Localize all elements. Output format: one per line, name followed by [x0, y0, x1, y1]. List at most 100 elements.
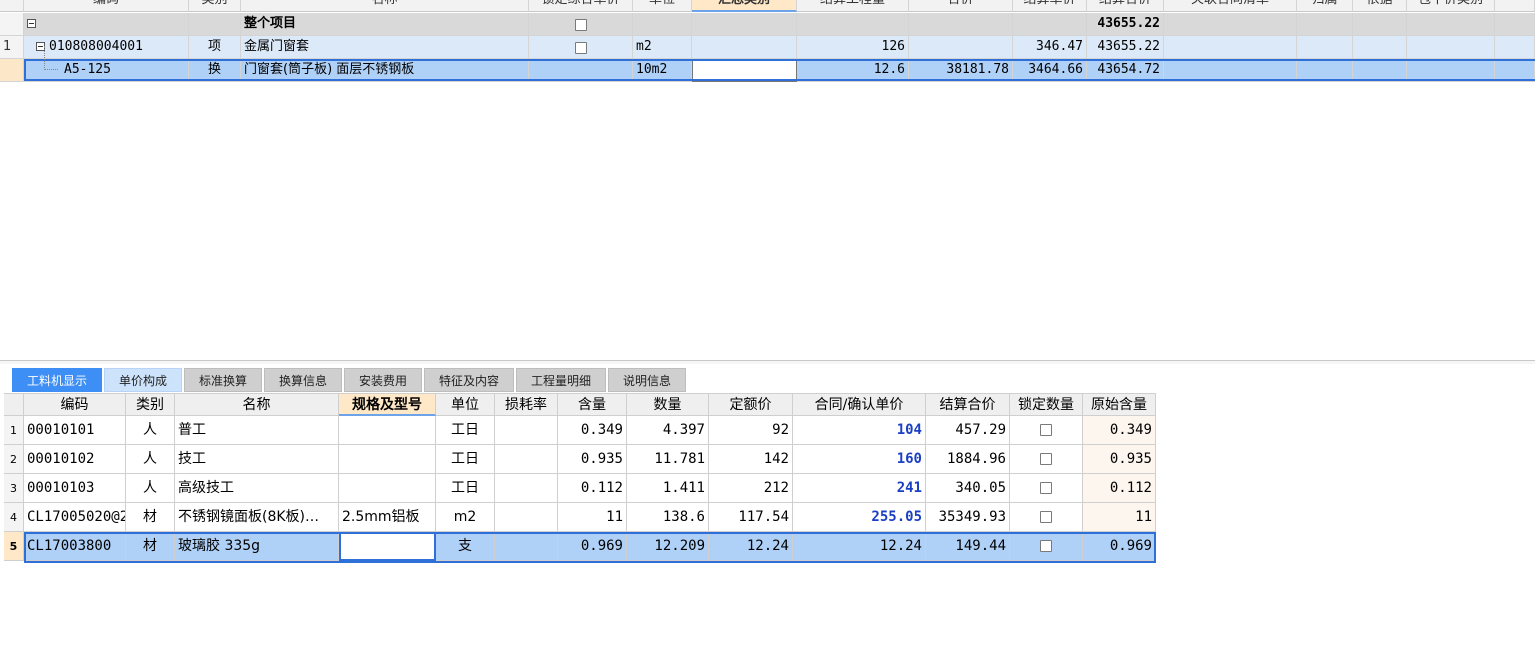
col-header-basis[interactable]: 依据: [1353, 0, 1407, 12]
cell-unit[interactable]: 工日: [436, 474, 495, 503]
cell-content[interactable]: 0.112: [558, 474, 627, 503]
cell-type[interactable]: 人: [126, 445, 175, 474]
panel-splitter[interactable]: [0, 360, 1535, 364]
cell-name[interactable]: 不锈钢镜面板(8K板)…: [175, 503, 339, 532]
col-header-type[interactable]: 类别: [126, 393, 175, 416]
col-header-code[interactable]: 编码: [24, 0, 189, 12]
cell-content[interactable]: 0.935: [558, 445, 627, 474]
cell-contract[interactable]: [1164, 59, 1297, 82]
col-header-lock-price[interactable]: 锁定综合单价: [529, 0, 633, 12]
col-header-quantity[interactable]: 数量: [627, 393, 709, 416]
cell-qty[interactable]: 126: [797, 36, 909, 59]
cell-type[interactable]: 人: [126, 416, 175, 445]
cell-basis[interactable]: [1353, 59, 1407, 82]
col-header-loss-rate[interactable]: 损耗率: [495, 393, 558, 416]
cell-price[interactable]: 3464.66: [1013, 59, 1087, 82]
tab-install-fee[interactable]: 安装费用: [344, 368, 422, 392]
col-header-code[interactable]: 编码: [24, 393, 126, 416]
lock-qty-checkbox[interactable]: [1040, 482, 1052, 494]
col-header-lump-type[interactable]: 包干价类别: [1407, 0, 1495, 12]
lock-qty-cell[interactable]: [1010, 445, 1083, 474]
cell-qty[interactable]: 12.6: [797, 59, 909, 82]
cell-price[interactable]: 104: [793, 416, 926, 445]
cell-summary[interactable]: [692, 36, 797, 59]
cell-type[interactable]: 人: [126, 474, 175, 503]
col-header-lock-qty[interactable]: 锁定数量: [1010, 393, 1083, 416]
tab-standard-conversion[interactable]: 标准换算: [184, 368, 262, 392]
cell-name[interactable]: 高级技工: [175, 474, 339, 503]
cell-code[interactable]: 00010103: [24, 474, 126, 503]
cell-code[interactable]: CL17003800: [24, 532, 126, 561]
lock-qty-checkbox[interactable]: [1040, 424, 1052, 436]
cell-belong[interactable]: [1297, 59, 1353, 82]
cell-content[interactable]: 11: [558, 503, 627, 532]
cell-name[interactable]: 门窗套(筒子板) 面层不锈钢板: [241, 59, 529, 82]
col-header-unit[interactable]: 单位: [633, 0, 692, 12]
cell-basis[interactable]: [1353, 36, 1407, 59]
lock-qty-checkbox[interactable]: [1040, 453, 1052, 465]
cell-qty[interactable]: 1.411: [627, 474, 709, 503]
cell-contract[interactable]: [1164, 36, 1297, 59]
col-header-belong[interactable]: 归属: [1297, 0, 1353, 12]
cell-name[interactable]: 玻璃胶 335g: [175, 532, 339, 561]
cell-price[interactable]: 241: [793, 474, 926, 503]
cell-spec[interactable]: [339, 474, 436, 503]
tree-cell[interactable]: [24, 13, 189, 36]
cell-unit[interactable]: 10m2: [633, 59, 692, 82]
cell-lump[interactable]: [1407, 36, 1495, 59]
cell-type[interactable]: 材: [126, 532, 175, 561]
col-header-type[interactable]: 类别: [189, 0, 241, 12]
cell-price[interactable]: 346.47: [1013, 36, 1087, 59]
lock-qty-cell[interactable]: [1010, 416, 1083, 445]
tab-conversion-info[interactable]: 换算信息: [264, 368, 342, 392]
cell-belong[interactable]: [1297, 36, 1353, 59]
cell-loss[interactable]: [495, 445, 558, 474]
lock-qty-checkbox[interactable]: [1040, 511, 1052, 523]
cell-content[interactable]: 0.349: [558, 416, 627, 445]
col-header-spec[interactable]: 规格及型号: [339, 393, 436, 416]
cell-content[interactable]: 0.969: [558, 532, 627, 561]
lock-qty-cell[interactable]: [1010, 503, 1083, 532]
cell-loss[interactable]: [495, 416, 558, 445]
cell-type[interactable]: 材: [126, 503, 175, 532]
cell-loss[interactable]: [495, 474, 558, 503]
lock-qty-cell[interactable]: [1010, 532, 1083, 561]
cell-lump[interactable]: [1407, 59, 1495, 82]
cell-name[interactable]: 普工: [175, 416, 339, 445]
collapse-icon[interactable]: [27, 19, 36, 28]
cell-spec[interactable]: [339, 445, 436, 474]
spec-input[interactable]: [339, 532, 436, 561]
cell-type[interactable]: [189, 13, 241, 36]
cell-qty[interactable]: 138.6: [627, 503, 709, 532]
col-header-settle-total[interactable]: 结算合价: [1087, 0, 1164, 12]
cell-loss[interactable]: [495, 532, 558, 561]
cell-spec[interactable]: 2.5mm铝板: [339, 503, 436, 532]
col-header-unit[interactable]: 单位: [436, 393, 495, 416]
tab-quantity-detail[interactable]: 工程量明细: [516, 368, 606, 392]
summary-type-input[interactable]: [692, 59, 797, 82]
cell-price[interactable]: 160: [793, 445, 926, 474]
cell-spec[interactable]: [339, 416, 436, 445]
cell-qty[interactable]: 12.209: [627, 532, 709, 561]
cell-unit[interactable]: 支: [436, 532, 495, 561]
col-header-name[interactable]: 名称: [175, 393, 339, 416]
col-header-settle-qty[interactable]: 结算工程量: [797, 0, 909, 12]
cell-name[interactable]: 整个项目: [241, 13, 529, 36]
cell-name[interactable]: 金属门窗套: [241, 36, 529, 59]
table-row-quota-item[interactable]: A5-125 换 门窗套(筒子板) 面层不锈钢板 10m2 12.6 38181…: [0, 59, 1535, 82]
col-header-quota-price[interactable]: 定额价: [709, 393, 793, 416]
col-header-content[interactable]: 含量: [558, 393, 627, 416]
cell-unit[interactable]: m2: [436, 503, 495, 532]
cell-type[interactable]: 换: [189, 59, 241, 82]
lock-price-checkbox[interactable]: [575, 19, 587, 31]
cell-unit[interactable]: 工日: [436, 416, 495, 445]
col-header-hejia[interactable]: 合价: [909, 0, 1013, 12]
col-header-summary-type[interactable]: 汇总类别: [692, 0, 797, 12]
tab-unit-price-composition[interactable]: 单价构成: [104, 368, 182, 392]
table-row-whole-project[interactable]: 整个项目 43655.22: [0, 13, 1535, 36]
cell-unit[interactable]: 工日: [436, 445, 495, 474]
cell-code[interactable]: CL17005020@2: [24, 503, 126, 532]
cell-code[interactable]: 00010101: [24, 416, 126, 445]
tab-features-content[interactable]: 特征及内容: [424, 368, 514, 392]
cell-price[interactable]: 12.24: [793, 532, 926, 561]
